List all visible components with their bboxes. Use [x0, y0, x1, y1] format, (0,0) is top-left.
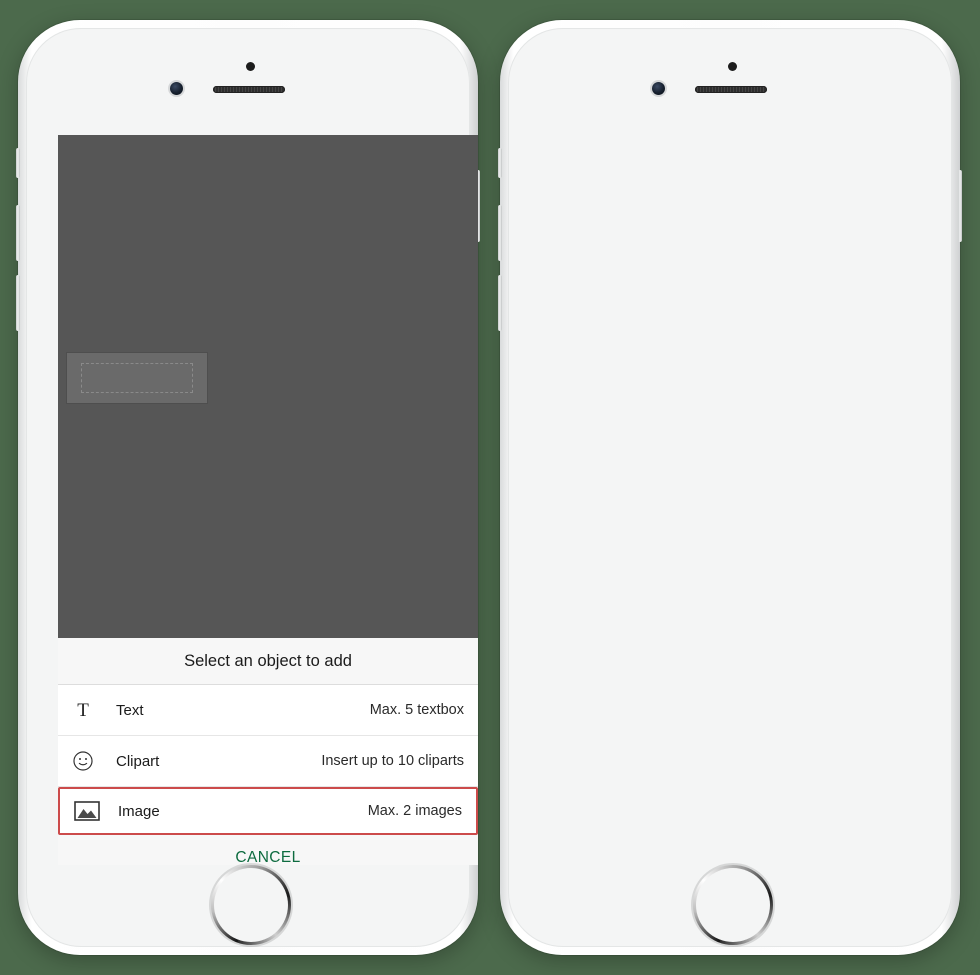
image-icon: [74, 801, 118, 821]
volume-up-button[interactable]: [498, 205, 502, 261]
proximity-sensor-icon: [246, 62, 255, 71]
text-icon: T: [72, 699, 116, 721]
home-button[interactable]: [693, 865, 773, 945]
silent-switch[interactable]: [498, 148, 502, 178]
front-camera-icon: [652, 82, 665, 95]
action-sheet-title: Select an object to add: [58, 638, 478, 685]
volume-down-button[interactable]: [16, 275, 20, 331]
textbox-placeholder[interactable]: [66, 352, 208, 404]
editor-canvas[interactable]: [58, 135, 478, 638]
proximity-sensor-icon: [728, 62, 737, 71]
left-screen: Select an object to add T Text Max. 5 te…: [58, 135, 478, 865]
option-row-image[interactable]: Image Max. 2 images: [58, 787, 478, 835]
option-hint: Max. 2 images: [367, 803, 462, 819]
option-row-clipart[interactable]: Clipart Insert up to 10 cliparts: [58, 736, 478, 787]
option-row-text[interactable]: T Text Max. 5 textbox: [58, 685, 478, 736]
option-hint: Max. 5 textbox: [369, 702, 464, 718]
volume-down-button[interactable]: [498, 275, 502, 331]
option-label: Image: [118, 802, 160, 820]
screenshot-stage: Select an object to add T Text Max. 5 te…: [0, 0, 980, 975]
phone-body: [508, 28, 952, 947]
volume-up-button[interactable]: [16, 205, 20, 261]
silent-switch[interactable]: [16, 148, 20, 178]
earpiece-speaker-icon: [695, 86, 767, 93]
power-button[interactable]: [958, 170, 962, 242]
option-hint: Insert up to 10 cliparts: [321, 753, 464, 769]
earpiece-speaker-icon: [213, 86, 285, 93]
svg-text:T: T: [77, 700, 89, 721]
cancel-button[interactable]: CANCEL: [58, 835, 478, 865]
clipart-smiley-icon: [72, 750, 116, 772]
iphone-left: Select an object to add T Text Max. 5 te…: [16, 20, 480, 955]
home-button[interactable]: [211, 865, 291, 945]
option-label: Text: [116, 701, 144, 719]
iphone-right: ? + Add Whitening cream: [498, 20, 962, 955]
front-camera-icon: [170, 82, 183, 95]
option-label: Clipart: [116, 752, 160, 770]
